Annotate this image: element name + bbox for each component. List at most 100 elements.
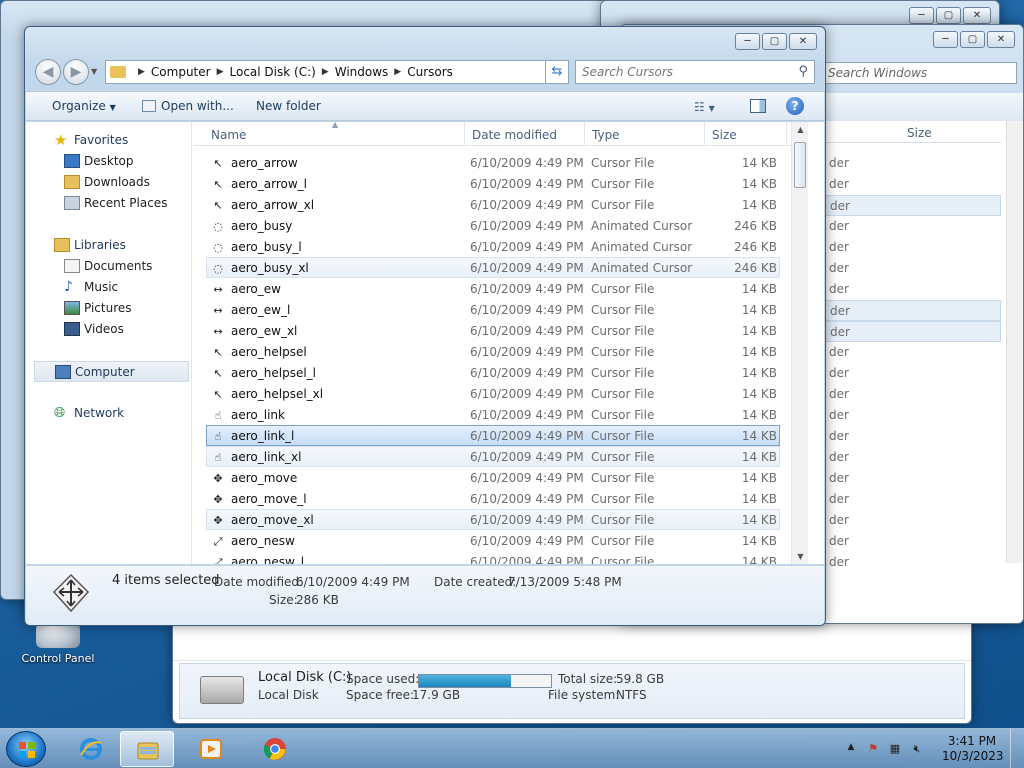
- file-row[interactable]: ↖ aero_helpsel_xl 6/10/2009 4:49 PM Cursor …: [206, 383, 780, 404]
- close-button[interactable]: ✕: [987, 31, 1015, 48]
- show-desktop-button[interactable]: [1010, 729, 1024, 768]
- file-row[interactable]: ⤢ aero_nesw 6/10/2009 4:49 PM Cursor File 14…: [206, 530, 780, 551]
- list-item[interactable]: der: [821, 258, 1001, 279]
- file-row[interactable]: ↖ aero_helpsel 6/10/2009 4:49 PM Cursor Fil…: [206, 341, 780, 362]
- file-row[interactable]: ⤢ aero_nesw_l 6/10/2009 4:49 PM Cursor File…: [206, 551, 780, 564]
- search-input[interactable]: Search Windows: [821, 62, 1017, 84]
- file-row[interactable]: ☝ aero_link_xl 6/10/2009 4:49 PM Cursor Fil…: [206, 446, 780, 467]
- column-header-name[interactable]: Name: [211, 128, 246, 142]
- file-row[interactable]: ☝ aero_link 6/10/2009 4:49 PM Cursor File 14…: [206, 404, 780, 425]
- preview-pane-icon[interactable]: [750, 99, 766, 116]
- close-button[interactable]: ✕: [963, 7, 991, 24]
- nav-pictures[interactable]: Pictures: [26, 298, 191, 319]
- action-center-flag-icon[interactable]: ⚑: [866, 742, 880, 756]
- scrollbar-thumb[interactable]: [794, 142, 806, 188]
- file-row[interactable]: ✥ aero_move_l 6/10/2009 4:49 PM Cursor File…: [206, 488, 780, 509]
- back-button[interactable]: ◀: [35, 59, 61, 85]
- vertical-scrollbar[interactable]: ▲ ▼: [791, 122, 808, 564]
- list-item[interactable]: der: [821, 342, 1001, 363]
- file-row[interactable]: ✥ aero_move_xl 6/10/2009 4:49 PM Cursor Fil…: [206, 509, 780, 530]
- maximize-button[interactable]: ▢: [762, 33, 787, 50]
- list-item[interactable]: der: [821, 237, 1001, 258]
- breadcrumb-local-disk[interactable]: Local Disk (C:): [230, 65, 316, 79]
- taskbar-media-player[interactable]: [184, 731, 238, 767]
- column-header-type[interactable]: Type: [592, 128, 620, 142]
- list-item[interactable]: der: [821, 216, 1001, 237]
- nav-documents[interactable]: Documents: [26, 256, 191, 277]
- taskbar-windows-explorer[interactable]: [120, 731, 174, 767]
- maximize-button[interactable]: ▢: [960, 31, 985, 48]
- nav-videos[interactable]: Videos: [26, 319, 191, 340]
- file-row[interactable]: ◌ aero_busy_xl 6/10/2009 4:49 PM Animated C…: [206, 257, 780, 278]
- breadcrumb-computer[interactable]: Computer: [151, 65, 211, 79]
- list-item[interactable]: der: [821, 153, 1001, 174]
- list-item[interactable]: der: [821, 363, 1001, 384]
- refresh-button[interactable]: ⇆: [545, 60, 569, 84]
- file-row[interactable]: ↔ aero_ew 6/10/2009 4:49 PM Cursor File 14 K…: [206, 278, 780, 299]
- breadcrumb-windows[interactable]: Windows: [335, 65, 389, 79]
- system-clock[interactable]: 3:41 PM 10/3/2023: [942, 734, 1004, 764]
- list-item[interactable]: der: [821, 447, 1001, 468]
- start-button[interactable]: [6, 731, 46, 767]
- new-folder-button[interactable]: New folder: [256, 99, 321, 113]
- list-item[interactable]: der: [821, 510, 1001, 531]
- file-row[interactable]: ☝ aero_link_l 6/10/2009 4:49 PM Cursor File…: [206, 425, 780, 446]
- vertical-scrollbar[interactable]: [1006, 121, 1023, 563]
- list-item[interactable]: der: [821, 321, 1001, 342]
- forward-button[interactable]: ▶: [63, 59, 89, 85]
- view-options-icon[interactable]: ☷ ▼: [694, 100, 715, 114]
- search-box[interactable]: ⚲: [575, 60, 815, 84]
- list-item[interactable]: der: [821, 300, 1001, 321]
- address-bar[interactable]: ▶ Computer ▶ Local Disk (C:) ▶ Windows ▶…: [105, 60, 565, 84]
- nav-downloads[interactable]: Downloads: [26, 172, 191, 193]
- file-row[interactable]: ↖ aero_arrow_l 6/10/2009 4:49 PM Cursor Fil…: [206, 173, 780, 194]
- taskbar-internet-explorer[interactable]: [64, 731, 118, 767]
- list-item[interactable]: der: [821, 195, 1001, 216]
- breadcrumb-separator[interactable]: ▶: [394, 67, 401, 77]
- breadcrumb-separator[interactable]: ▶: [322, 67, 329, 77]
- list-item[interactable]: der: [821, 405, 1001, 426]
- column-header-date-modified[interactable]: Date modified: [472, 128, 557, 142]
- nav-network[interactable]: 🌐︎ Network: [26, 403, 191, 424]
- nav-desktop[interactable]: Desktop: [26, 151, 191, 172]
- file-row[interactable]: ◌ aero_busy_l 6/10/2009 4:49 PM Animated Cu…: [206, 236, 780, 257]
- organize-button[interactable]: Organize ▼: [52, 99, 116, 113]
- taskbar-chrome[interactable]: [248, 731, 302, 767]
- scroll-down-icon[interactable]: ▼: [792, 552, 808, 561]
- breadcrumb-separator[interactable]: ▶: [138, 67, 145, 77]
- scroll-up-icon[interactable]: ▲: [792, 125, 808, 134]
- nav-music[interactable]: ♪ Music: [26, 277, 191, 298]
- nav-favorites[interactable]: ★ Favorites: [26, 130, 191, 151]
- file-row[interactable]: ↔ aero_ew_l 6/10/2009 4:49 PM Cursor File 14…: [206, 299, 780, 320]
- list-item[interactable]: der: [821, 174, 1001, 195]
- list-item[interactable]: der: [821, 279, 1001, 300]
- close-button[interactable]: ✕: [789, 33, 817, 50]
- network-status-icon[interactable]: ▦: [888, 742, 902, 756]
- volume-muted-icon[interactable]: 🔇︎: [910, 742, 924, 756]
- file-row[interactable]: ◌ aero_busy 6/10/2009 4:49 PM Animated Curs…: [206, 215, 780, 236]
- file-row[interactable]: ↖ aero_helpsel_l 6/10/2009 4:49 PM Cursor F…: [206, 362, 780, 383]
- nav-computer[interactable]: Computer: [34, 361, 189, 382]
- file-row[interactable]: ↖ aero_arrow_xl 6/10/2009 4:49 PM Cursor Fi…: [206, 194, 780, 215]
- recent-pages-dropdown[interactable]: ▼: [91, 67, 97, 76]
- file-row[interactable]: ✥ aero_move 6/10/2009 4:49 PM Cursor File 14…: [206, 467, 780, 488]
- show-hidden-icons-icon[interactable]: ▲: [844, 742, 858, 756]
- list-item[interactable]: der: [821, 489, 1001, 510]
- file-row[interactable]: ↔ aero_ew_xl 6/10/2009 4:49 PM Cursor File 1…: [206, 320, 780, 341]
- minimize-button[interactable]: ─: [933, 31, 958, 48]
- minimize-button[interactable]: ─: [909, 7, 934, 24]
- file-row[interactable]: ↖ aero_arrow 6/10/2009 4:49 PM Cursor File 1…: [206, 152, 780, 173]
- list-item[interactable]: der: [821, 552, 1001, 573]
- nav-recent-places[interactable]: Recent Places: [26, 193, 191, 214]
- list-item[interactable]: der: [821, 384, 1001, 405]
- nav-libraries[interactable]: Libraries: [26, 235, 191, 256]
- open-with-button[interactable]: Open with...: [142, 99, 234, 113]
- breadcrumb-separator[interactable]: ▶: [217, 67, 224, 77]
- list-item[interactable]: der: [821, 426, 1001, 447]
- breadcrumb-cursors[interactable]: Cursors: [407, 65, 453, 79]
- list-item[interactable]: der: [821, 531, 1001, 552]
- minimize-button[interactable]: ─: [735, 33, 760, 50]
- maximize-button[interactable]: ▢: [936, 7, 961, 24]
- column-header-size[interactable]: Size: [712, 128, 737, 142]
- search-input[interactable]: [576, 61, 786, 83]
